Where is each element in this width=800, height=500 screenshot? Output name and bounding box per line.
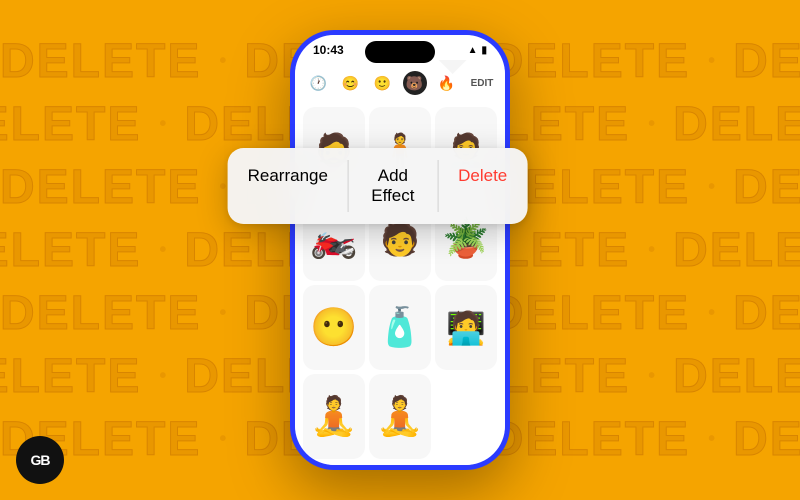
toolbar-edit-button[interactable]: EDIT: [471, 78, 494, 89]
delete-button[interactable]: Delete: [438, 148, 528, 224]
sticker-9: 🧑‍💻: [446, 309, 486, 347]
logo-text: GB: [31, 452, 50, 468]
sticker-5: 🧑: [380, 220, 420, 258]
sticker-cell-8[interactable]: 🧴: [369, 285, 431, 370]
sticker-6: 🪴: [442, 220, 489, 258]
sticker-4: 🏍️: [310, 220, 357, 258]
toolbar-emoji-icon[interactable]: 🙂: [371, 71, 395, 95]
sticker-cell-9[interactable]: 🧑‍💻: [435, 285, 497, 370]
scene: Rearrange Add Effect Delete 10:43 ▲ ▮ 🕐 …: [0, 0, 800, 500]
battery-icon: ▮: [481, 45, 487, 56]
wifi-icon: ▲: [468, 45, 478, 56]
context-menu: Rearrange Add Effect Delete: [228, 148, 528, 224]
toolbar-smile-icon[interactable]: 😊: [339, 71, 363, 95]
phone-frame: 10:43 ▲ ▮ 🕐 😊 🙂 🐻 🔥 EDIT 🧔: [290, 30, 510, 470]
toolbar-clock-icon[interactable]: 🕐: [307, 71, 331, 95]
phone-screen: 10:43 ▲ ▮ 🕐 😊 🙂 🐻 🔥 EDIT 🧔: [295, 35, 505, 465]
sticker-cell-12: [435, 374, 497, 459]
rearrange-button[interactable]: Rearrange: [228, 148, 348, 224]
sticker-11: 🧘: [376, 398, 423, 436]
status-icons: ▲ ▮: [468, 45, 487, 56]
toolbar-fire-icon[interactable]: 🔥: [435, 71, 459, 95]
sticker-cell-7[interactable]: 😶: [303, 285, 365, 370]
sticker-cell-10[interactable]: 🧘: [303, 374, 365, 459]
toolbar-photo-icon[interactable]: 🐻: [403, 71, 427, 95]
add-effect-button[interactable]: Add Effect: [348, 148, 438, 224]
sticker-cell-11[interactable]: 🧘: [369, 374, 431, 459]
context-menu-wrapper: Rearrange Add Effect Delete: [319, 60, 467, 74]
context-menu-arrow: [439, 60, 467, 74]
logo-badge: GB: [16, 436, 64, 484]
sticker-7: 😶: [310, 309, 357, 347]
sticker-10: 🧘: [310, 398, 357, 436]
sticker-8: 🧴: [376, 309, 423, 347]
status-time: 10:43: [313, 43, 344, 57]
